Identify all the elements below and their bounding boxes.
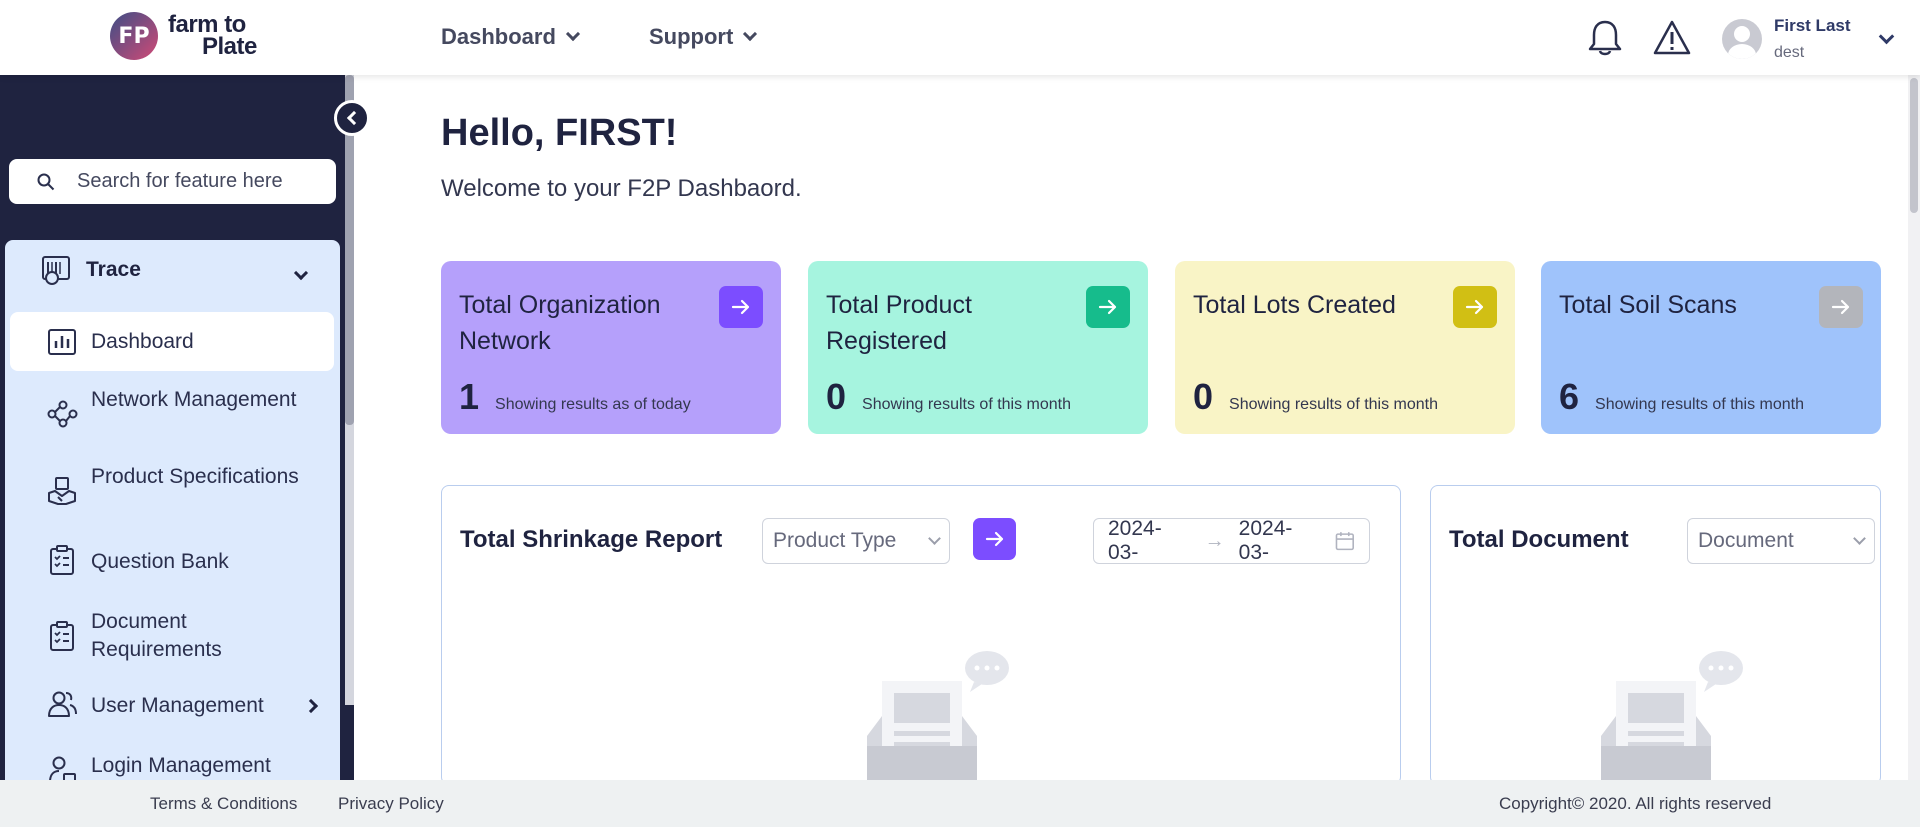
- open-organization-network-button[interactable]: [719, 286, 763, 328]
- sidebar-item-label: Login Management: [91, 754, 271, 777]
- network-icon: [47, 400, 78, 428]
- logo-mark: FP: [110, 12, 158, 60]
- nav-dashboard-label: Dashboard: [441, 24, 556, 49]
- chevron-left-icon: [346, 110, 362, 126]
- product-handshake-icon: [48, 477, 76, 505]
- trace-scanner-icon: [42, 256, 70, 285]
- logo-line2: Plate: [202, 33, 257, 60]
- user-lock-icon: [49, 756, 76, 780]
- sidebar-item-label: Dashboard: [91, 330, 194, 353]
- user-name: First Last: [1774, 16, 1851, 35]
- users-icon: [48, 691, 77, 717]
- card-value: 1: [459, 376, 480, 417]
- card-title: Total Product Registered: [826, 291, 972, 355]
- search-input[interactable]: [77, 170, 317, 193]
- warning-icon[interactable]: [1652, 18, 1692, 58]
- card-subtitle: Showing results as of today: [495, 396, 691, 413]
- card-title: Total Lots Created: [1193, 291, 1396, 319]
- greeting: Hello, FIRST!: [441, 112, 678, 154]
- apply-filter-button[interactable]: [973, 518, 1016, 560]
- chevron-down-icon: [1878, 28, 1894, 44]
- sidebar-item-product-specifications[interactable]: Product Specifications: [10, 461, 334, 521]
- date-end[interactable]: 2024-03-: [1239, 517, 1322, 565]
- clipboard-checklist-icon: [50, 545, 74, 575]
- open-lots-created-button[interactable]: [1453, 286, 1497, 328]
- sidebar-item-label: User Management: [91, 694, 264, 717]
- card-value: 0: [1193, 376, 1214, 417]
- nav-support-dropdown[interactable]: Support: [649, 24, 758, 50]
- sidebar-group-label: Trace: [86, 258, 141, 281]
- sidebar-item-question-bank[interactable]: Question Bank: [10, 544, 334, 580]
- arrow-right-icon: [731, 299, 750, 315]
- card-value: 6: [1559, 376, 1580, 417]
- sidebar-group-trace[interactable]: Trace: [40, 254, 141, 286]
- sidebar-item-dashboard[interactable]: Dashboard: [10, 312, 334, 371]
- nav-dashboard-dropdown[interactable]: Dashboard: [441, 24, 580, 50]
- copyright-text: Copyright© 2020. All rights reserved: [1499, 794, 1772, 813]
- document-select[interactable]: Document: [1687, 518, 1875, 564]
- privacy-link[interactable]: Privacy Policy: [338, 794, 444, 814]
- select-placeholder: Document: [1698, 529, 1794, 552]
- open-product-registered-button[interactable]: [1086, 286, 1130, 328]
- arrow-right-icon: [1831, 299, 1850, 315]
- arrow-right-icon: →: [1204, 529, 1225, 552]
- footer: Terms & Conditions Privacy Policy Copyri…: [0, 780, 1920, 827]
- card-title: Total Soil Scans: [1559, 291, 1737, 319]
- nav-support-label: Support: [649, 24, 734, 49]
- sidebar-item-user-management[interactable]: User Management: [10, 688, 334, 724]
- bell-icon[interactable]: [1587, 18, 1623, 58]
- calendar-icon: [1336, 532, 1355, 551]
- card-value: 0: [826, 376, 847, 417]
- card-subtitle: Showing results of this month: [1229, 396, 1439, 413]
- chevron-down-icon: [565, 26, 580, 42]
- stat-card-organization-network: Total Organization Network 1 Showing res…: [441, 261, 781, 434]
- clipboard-checklist-icon: [50, 621, 74, 651]
- stat-card-lots-created: Total Lots Created 0 Showing results of …: [1175, 261, 1515, 434]
- sidebar-item-label: Network Management: [91, 388, 297, 411]
- user-menu[interactable]: First Last dest: [1722, 16, 1894, 62]
- arrow-right-icon: [1098, 299, 1117, 315]
- empty-state-illustration: [867, 651, 1009, 796]
- search-icon: [37, 173, 55, 190]
- sidebar-item-label: Question Bank: [91, 550, 229, 573]
- date-start[interactable]: 2024-03-: [1108, 517, 1191, 565]
- total-document-panel: Total Document Document: [1430, 485, 1881, 796]
- panel-title: Total Document: [1449, 526, 1629, 553]
- chevron-down-icon: [928, 532, 941, 545]
- sidebar-item-label: Product Specifications: [91, 465, 299, 488]
- sidebar-item-network-management[interactable]: Network Management: [10, 384, 334, 444]
- chevron-down-icon: [1853, 532, 1866, 545]
- farm-to-plate-logo[interactable]: FP farm to Plate: [110, 12, 257, 60]
- sidebar-search[interactable]: [9, 159, 336, 204]
- main-scrollbar-thumb[interactable]: [1910, 78, 1918, 213]
- product-type-select[interactable]: Product Type: [762, 518, 950, 564]
- collapse-sidebar-button[interactable]: [334, 100, 370, 136]
- panel-title: Total Shrinkage Report: [460, 526, 723, 553]
- card-title: Total Organization Network: [459, 291, 661, 355]
- avatar: [1722, 19, 1762, 59]
- arrow-right-icon: [1465, 299, 1484, 315]
- date-range-picker[interactable]: 2024-03- → 2024-03-: [1093, 517, 1370, 565]
- card-subtitle: Showing results of this month: [1595, 396, 1805, 413]
- user-role: dest: [1774, 44, 1805, 61]
- open-soil-scans-button[interactable]: [1819, 286, 1863, 328]
- logo-text: farm to Plate: [168, 13, 257, 60]
- card-subtitle: Showing results of this month: [862, 396, 1072, 413]
- sidebar-item-label: Document Requirements: [91, 610, 222, 661]
- sidebar-item-login-management[interactable]: Login Management: [10, 754, 334, 780]
- terms-link[interactable]: Terms & Conditions: [150, 794, 297, 814]
- top-header: FP farm to Plate Dashboard Support First…: [0, 0, 1920, 75]
- stat-card-soil-scans: Total Soil Scans 6 Showing results of th…: [1541, 261, 1881, 434]
- stat-card-product-registered: Total Product Registered 0 Showing resul…: [808, 261, 1148, 434]
- shrinkage-report-panel: Total Shrinkage Report Product Type 2024…: [441, 485, 1401, 796]
- sidebar-item-document-requirements[interactable]: Document Requirements: [10, 606, 334, 666]
- select-placeholder: Product Type: [773, 529, 897, 552]
- chevron-down-icon: [743, 26, 758, 42]
- arrow-right-icon: [985, 531, 1003, 547]
- bar-chart-icon: [48, 329, 76, 355]
- empty-state-illustration: [1601, 651, 1743, 796]
- welcome-text: Welcome to your F2P Dashbaord.: [441, 175, 802, 202]
